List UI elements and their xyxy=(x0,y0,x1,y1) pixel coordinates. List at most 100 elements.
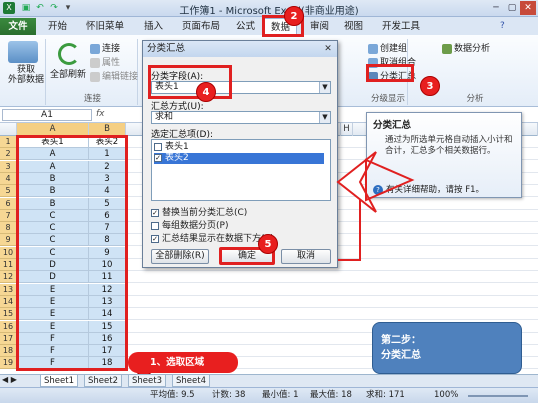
name-box[interactable]: A1 xyxy=(2,109,92,121)
checkbox[interactable]: ✓ xyxy=(154,153,162,162)
refresh-icon xyxy=(58,43,80,65)
properties-icon xyxy=(90,57,100,68)
data-analysis-button[interactable]: 数据分析 xyxy=(442,41,490,54)
row-header[interactable]: 12 xyxy=(0,271,17,284)
zoom-level[interactable]: 100% xyxy=(434,388,458,403)
tooltip-help: ? 有关详细帮助，请按 F1。 xyxy=(373,183,484,195)
row-header[interactable]: 19 xyxy=(0,357,17,370)
row-header[interactable]: 1 xyxy=(0,136,17,148)
selection-highlight xyxy=(16,135,128,371)
tab-view[interactable]: 视图 xyxy=(338,18,369,35)
row-header[interactable]: 10 xyxy=(0,246,17,259)
status-count: 计数: 38 xyxy=(212,390,246,400)
status-bar: 平均值: 9.5 计数: 38 最小值: 1 最大值: 18 求和: 171 1… xyxy=(0,387,538,403)
external-data-icon xyxy=(8,41,38,63)
row-header[interactable]: 17 xyxy=(0,332,17,345)
column-header-h[interactable]: H xyxy=(341,123,353,136)
tab-page-layout[interactable]: 页面布局 xyxy=(176,18,226,35)
chevron-down-icon[interactable]: ▼ xyxy=(319,82,330,93)
connections-icon xyxy=(90,43,100,54)
tab-file[interactable]: 文件 xyxy=(0,18,36,35)
tab-insert[interactable]: 插入 xyxy=(138,18,169,35)
group-label-outline: 分级显示 xyxy=(370,94,405,104)
close-icon[interactable]: ✕ xyxy=(520,1,536,15)
step-badge-2: 2 xyxy=(284,6,304,26)
empty-cells[interactable] xyxy=(126,296,538,308)
row-header[interactable]: 9 xyxy=(0,234,17,247)
sheet-tab-3[interactable]: Sheet3 xyxy=(128,375,166,387)
row-header[interactable]: 13 xyxy=(0,283,17,296)
refresh-all-button[interactable]: 全部刷新 xyxy=(50,67,86,80)
subtotal-dialog: 分类汇总 ✕ 分类字段(A): 表头1 ▼ 汇总方式(U): 求和 ▼ 选定汇总项(… xyxy=(142,40,338,268)
items-list[interactable]: 表头1 ✓ 表头2 xyxy=(151,139,331,201)
replace-option[interactable]: ✓ 替换当前分类汇总(C) xyxy=(151,205,247,218)
tooltip-body: 通过为所选单元格自动插入小计和合计，汇总多个相关数据行。 xyxy=(385,135,513,156)
sheet-tab-2[interactable]: Sheet2 xyxy=(84,375,122,387)
zoom-slider[interactable] xyxy=(468,395,528,397)
checkbox[interactable]: ✓ xyxy=(151,208,159,217)
step-badge-4: 4 xyxy=(196,82,216,102)
status-min: 最小值: 1 xyxy=(262,390,299,400)
row-header[interactable]: 14 xyxy=(0,295,17,308)
step-badge-3: 3 xyxy=(420,76,440,96)
minimize-icon[interactable]: ─ xyxy=(488,1,504,15)
checkbox[interactable] xyxy=(151,221,159,230)
pagebreak-option[interactable]: 每组数据分页(P) xyxy=(151,218,228,231)
sheet-nav-icon[interactable]: ◀ ▶ xyxy=(2,375,17,384)
callout-select-range: 1、选取区域 xyxy=(128,352,238,373)
sheet-tab-4[interactable]: Sheet4 xyxy=(172,375,210,387)
row-header[interactable]: 2 xyxy=(0,148,17,161)
row-header[interactable]: 8 xyxy=(0,222,17,235)
select-all-corner[interactable] xyxy=(0,123,17,136)
remove-all-button[interactable]: 全部删除(R) xyxy=(151,249,209,264)
row-header[interactable]: 6 xyxy=(0,197,17,210)
list-item[interactable]: 表头1 xyxy=(154,142,324,153)
empty-cells[interactable] xyxy=(126,271,538,284)
close-icon[interactable]: ✕ xyxy=(321,43,335,55)
status-average: 平均值: 9.5 xyxy=(150,390,195,400)
checkbox[interactable]: ✓ xyxy=(151,234,159,243)
row-header[interactable]: 11 xyxy=(0,259,17,271)
row-header[interactable]: 7 xyxy=(0,209,17,222)
connections-button[interactable]: 连接 xyxy=(90,41,120,54)
help-icon: ? xyxy=(373,185,383,195)
maximize-icon[interactable]: ▢ xyxy=(504,1,520,15)
help-icon[interactable]: ? xyxy=(500,21,505,31)
create-group-button[interactable]: 创建组 xyxy=(368,41,407,54)
row-header[interactable]: 5 xyxy=(0,185,17,198)
field-highlight xyxy=(148,65,232,99)
function-select-value: 求和 xyxy=(155,112,174,122)
status-sum: 求和: 171 xyxy=(366,390,405,400)
properties-button[interactable]: 属性 xyxy=(90,55,120,68)
row-header[interactable]: 16 xyxy=(0,320,17,333)
tab-formulas[interactable]: 公式 xyxy=(230,18,261,35)
dialog-title: 分类汇总 xyxy=(143,41,337,57)
row-header[interactable]: 18 xyxy=(0,345,17,358)
tooltip-title: 分类汇总 xyxy=(373,120,412,131)
edit-links-button[interactable]: 编辑链接 xyxy=(90,69,138,82)
group-icon xyxy=(368,43,378,54)
chevron-down-icon[interactable]: ▼ xyxy=(319,112,330,123)
cancel-button[interactable]: 取消 xyxy=(281,249,331,264)
checkbox[interactable] xyxy=(154,142,162,151)
tab-home[interactable]: 开始 xyxy=(42,18,73,35)
list-item[interactable]: ✓ 表头2 xyxy=(154,153,324,164)
tab-review[interactable]: 审阅 xyxy=(304,18,335,35)
row-header[interactable]: 3 xyxy=(0,160,17,173)
tab-classic-menu[interactable]: 怀旧菜单 xyxy=(80,18,130,35)
empty-cells[interactable] xyxy=(126,284,538,296)
summary-below-option[interactable]: ✓ 汇总结果显示在数据下方(S) xyxy=(151,231,274,244)
step-badge-5: 5 xyxy=(258,234,278,254)
row-header[interactable]: 15 xyxy=(0,308,17,321)
subtotal-highlight xyxy=(366,64,414,82)
fx-icon[interactable]: fx xyxy=(96,109,116,121)
empty-cells[interactable] xyxy=(126,308,538,321)
subtotal-tooltip: 分类汇总 通过为所选单元格自动插入小计和合计，汇总多个相关数据行。 ? 有关详细帮… xyxy=(366,112,522,198)
step-note: 第二步： 分类汇总 xyxy=(372,322,522,374)
row-header[interactable]: 4 xyxy=(0,172,17,185)
note-line-1: 第二步： xyxy=(381,335,421,346)
function-select[interactable]: 求和 ▼ xyxy=(151,111,331,124)
tab-developer[interactable]: 开发工具 xyxy=(376,18,426,35)
sheet-tab-1[interactable]: Sheet1 xyxy=(40,375,78,387)
get-external-data-button[interactable]: 获取 外部数据 xyxy=(6,65,46,85)
